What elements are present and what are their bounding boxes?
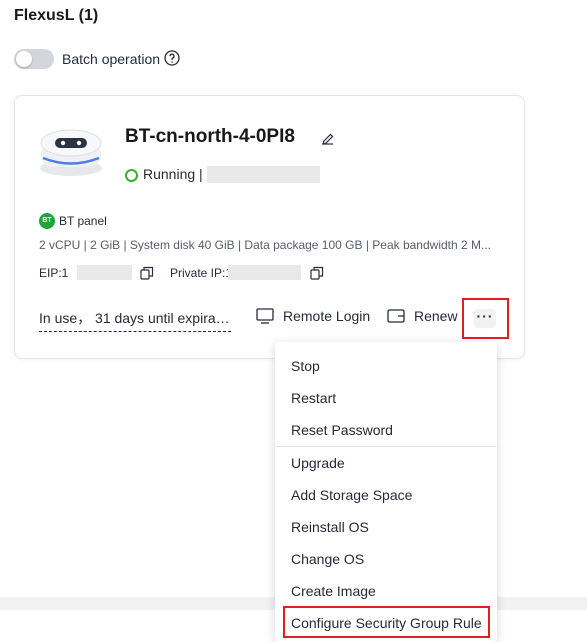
menu-divider bbox=[275, 446, 497, 447]
redacted-private-ip bbox=[228, 265, 301, 280]
renew-button[interactable]: Renew bbox=[414, 308, 458, 324]
instance-specs: 2 vCPU | 2 GiB | System disk 40 GiB | Da… bbox=[39, 238, 492, 252]
menu-item-change-os[interactable]: Change OS bbox=[291, 551, 364, 567]
status-separator: | bbox=[199, 166, 203, 182]
server-icon bbox=[40, 129, 102, 176]
more-button-highlight bbox=[462, 298, 509, 339]
batch-operation-label: Batch operation bbox=[62, 51, 161, 67]
menu-item-restart[interactable]: Restart bbox=[291, 390, 336, 406]
help-icon[interactable] bbox=[164, 50, 180, 66]
instance-status: Running | bbox=[143, 166, 203, 182]
page-title: FlexusL (1) bbox=[14, 7, 99, 24]
expiration-status[interactable]: In use， 31 days until expirat... bbox=[39, 308, 231, 332]
remote-login-button[interactable]: Remote Login bbox=[283, 308, 370, 324]
menu-item-reinstall-os[interactable]: Reinstall OS bbox=[291, 519, 369, 535]
security-group-highlight bbox=[283, 606, 490, 638]
instance-name: BT-cn-north-4-0PI8 bbox=[125, 126, 295, 147]
eip-label: EIP:1 bbox=[39, 266, 69, 280]
menu-item-create-image[interactable]: Create Image bbox=[291, 583, 376, 599]
more-actions-menu: Stop Restart Reset Password Upgrade Add … bbox=[275, 342, 497, 642]
monitor-icon[interactable] bbox=[256, 308, 274, 324]
batch-operation-toggle[interactable] bbox=[14, 49, 54, 69]
menu-item-reset-password[interactable]: Reset Password bbox=[291, 422, 393, 438]
menu-item-upgrade[interactable]: Upgrade bbox=[291, 455, 345, 471]
copy-icon[interactable] bbox=[310, 266, 324, 280]
private-ip-label: Private IP:1 bbox=[170, 266, 233, 280]
status-label: Running bbox=[143, 166, 196, 182]
bt-panel-badge: BT bbox=[39, 213, 55, 229]
edit-icon[interactable] bbox=[320, 131, 335, 146]
menu-item-add-storage-space[interactable]: Add Storage Space bbox=[291, 487, 412, 503]
redacted-value bbox=[207, 166, 320, 183]
menu-item-stop[interactable]: Stop bbox=[291, 358, 320, 374]
copy-icon[interactable] bbox=[140, 266, 154, 280]
redacted-eip bbox=[77, 265, 132, 280]
status-dot bbox=[125, 169, 138, 182]
toggle-knob bbox=[16, 51, 32, 67]
wallet-icon[interactable] bbox=[387, 308, 405, 324]
app-name: BT panel bbox=[59, 214, 107, 228]
